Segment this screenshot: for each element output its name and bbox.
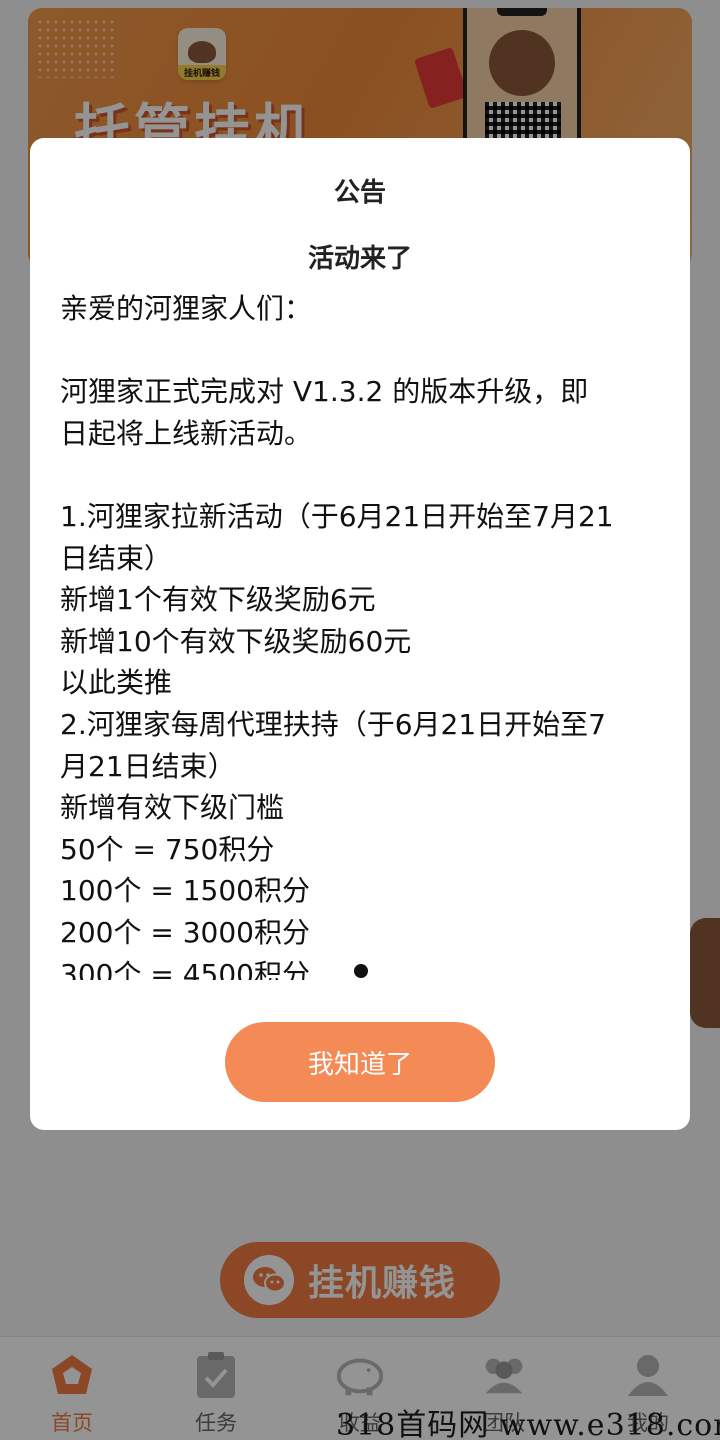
content-line: 100个 = 1500积分: [60, 874, 310, 908]
scroll-indicator: [354, 964, 368, 978]
content-line: 亲爱的河狸家人们：: [60, 292, 313, 325]
content-line: 日结束）: [60, 541, 173, 575]
content-line: [60, 454, 660, 496]
watermark-text: 318首码网 www.e318.com: [336, 1408, 720, 1440]
content-line: [60, 330, 660, 372]
content-line: 月21日结束）: [60, 749, 236, 783]
content-line: 河狸家正式完成对 V1.3.2 的版本升级，即: [60, 375, 589, 409]
dialog-subtitle: 活动来了: [307, 244, 412, 274]
dialog-title: 公告: [333, 178, 386, 208]
announcement-dialog: 公告 活动来了 亲爱的河狸家人们： 河狸家正式完成对 V1.3.2 的版本升级，…: [30, 138, 690, 1130]
content-line: 新增10个有效下级奖励60元: [60, 624, 412, 658]
content-line: 50个 = 750积分: [60, 832, 275, 866]
content-line: 200个 = 3000积分: [60, 915, 310, 949]
content-line: 日起将上线新活动。: [60, 416, 313, 450]
content-line: 1.河狸家拉新活动（于6月21日开始至7月21: [60, 499, 614, 533]
announcement-content[interactable]: 亲爱的河狸家人们： 河狸家正式完成对 V1.3.2 的版本升级，即 日起将上线新…: [60, 288, 660, 980]
content-line: 2.河狸家每周代理扶持（于6月21日开始至7: [60, 707, 606, 741]
content-line: 新增1个有效下级奖励6元: [60, 583, 376, 617]
content-line: 以此类推: [60, 666, 173, 700]
content-line: 新增有效下级门槛: [60, 791, 285, 825]
acknowledge-button[interactable]: 我知道了: [225, 1022, 495, 1102]
